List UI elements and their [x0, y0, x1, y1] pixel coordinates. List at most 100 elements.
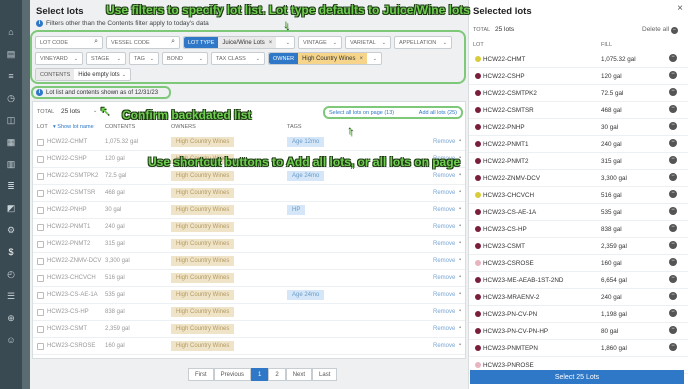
vessel-code-input[interactable]: VESSEL CODE ⌕ [106, 36, 180, 49]
remove-icon[interactable]: − [669, 224, 677, 232]
table-row[interactable]: HCW22-CSMTSR 468 gal High Country Wines Rem… [33, 185, 465, 202]
remove-button[interactable]: Remove [433, 292, 455, 298]
remove-icon[interactable]: − [669, 71, 677, 79]
remove-button[interactable]: Remove [433, 224, 455, 230]
remove-button[interactable]: Remove [433, 139, 455, 145]
remove-icon[interactable]: − [669, 241, 677, 249]
table-row[interactable]: HCW23-CS-AE-1A 535 gal High Country Wines A… [33, 287, 465, 304]
close-icon[interactable]: × [677, 3, 683, 14]
table-row[interactable]: HCW22-PNHP 30 gal High Country Wines HP Remo… [33, 202, 465, 219]
more-icon[interactable]: ⬩ [459, 342, 461, 349]
remove-icon[interactable]: − [669, 343, 677, 351]
vineyard-select[interactable]: VINEYARD ⌄ [35, 52, 83, 65]
owner-select[interactable]: OWNER High Country Wines × ⌄ [268, 52, 382, 65]
remove-button[interactable]: Remove [433, 241, 455, 247]
grid-icon[interactable]: ▦ [5, 136, 17, 148]
remove-icon[interactable]: − [669, 173, 677, 181]
close-icon[interactable]: × [359, 56, 363, 62]
more-icon[interactable]: ⬩ [459, 206, 461, 213]
page-2-button[interactable]: 2 [268, 368, 286, 381]
remove-icon[interactable]: − [669, 326, 677, 334]
remove-button[interactable]: Remove [433, 309, 455, 315]
table-row[interactable]: HCW22-PNMT1 240 gal High Country Wines Remo… [33, 219, 465, 236]
appellation-select[interactable]: APPELLATION ⌄ [394, 36, 452, 49]
show-lot-name-toggle[interactable]: ▾ Show lot name [53, 124, 94, 130]
chart-icon[interactable]: ◩ [5, 202, 17, 214]
row-checkbox[interactable] [37, 343, 44, 350]
remove-icon[interactable]: − [669, 122, 677, 130]
row-checkbox[interactable] [37, 207, 44, 214]
remove-icon[interactable]: − [669, 292, 677, 300]
more-icon[interactable]: ⬩ [459, 240, 461, 247]
remove-icon[interactable]: − [669, 105, 677, 113]
delete-all-button[interactable]: Delete all − [642, 26, 678, 34]
page-1-button[interactable]: 1 [251, 368, 269, 381]
contents-select[interactable]: CONTENTS Hide empty lots ⌄ [35, 68, 131, 81]
layers-icon[interactable]: ☰ [5, 290, 17, 302]
bond-select[interactable]: BOND ⌄ [162, 52, 208, 65]
row-checkbox[interactable] [37, 224, 44, 231]
remove-icon[interactable]: − [669, 88, 677, 96]
tag-select[interactable]: TAG ⌄ [129, 52, 159, 65]
first-page-button[interactable]: First [188, 368, 214, 381]
add-all-button[interactable]: Add all lots (25) [419, 110, 457, 116]
remove-button[interactable]: Remove [433, 207, 455, 213]
remove-icon[interactable]: − [669, 54, 677, 62]
remove-button[interactable]: Remove [433, 343, 455, 349]
code-icon[interactable]: ⊕ [5, 312, 17, 324]
last-page-button[interactable]: Last [312, 368, 338, 381]
more-icon[interactable]: ⬩ [459, 308, 461, 315]
vintage-select[interactable]: VINTAGE ⌄ [298, 36, 342, 49]
remove-icon[interactable]: − [669, 258, 677, 266]
stack-icon[interactable]: ≣ [5, 180, 17, 192]
remove-button[interactable]: Remove [433, 326, 455, 332]
more-icon[interactable]: ⬩ [459, 189, 461, 196]
more-icon[interactable]: ⬩ [459, 172, 461, 179]
clock-icon[interactable]: ◷ [5, 92, 17, 104]
row-checkbox[interactable] [37, 156, 44, 163]
remove-icon[interactable]: − [669, 275, 677, 283]
home-icon[interactable]: ⌂ [5, 26, 17, 38]
gear-icon[interactable]: ⚙ [5, 224, 17, 236]
remove-button[interactable]: Remove [433, 173, 455, 179]
more-icon[interactable]: ⬩ [459, 325, 461, 332]
table-row[interactable]: HCW23-CSROSE 160 gal High Country Wines Rem… [33, 338, 465, 355]
previous-page-button[interactable]: Previous [213, 368, 252, 381]
table-row[interactable]: HCW23-CHCVCH 516 gal High Country Wines Rem… [33, 270, 465, 287]
row-checkbox[interactable] [37, 173, 44, 180]
remove-button[interactable]: Remove [433, 190, 455, 196]
table-row[interactable]: HCW23-CS-HP 838 gal High Country Wines Remo… [33, 304, 465, 321]
clock-icon[interactable]: ◴ [5, 268, 17, 280]
remove-icon[interactable]: − [669, 156, 677, 164]
row-checkbox[interactable] [37, 275, 44, 282]
select-all-page-button[interactable]: Select all lots on page (13) [329, 110, 394, 116]
row-checkbox[interactable] [37, 309, 44, 316]
list-icon[interactable]: ≡ [5, 70, 17, 82]
lot-code-input[interactable]: LOT CODE ⌕ [35, 36, 103, 49]
remove-icon[interactable]: − [669, 309, 677, 317]
row-checkbox[interactable] [37, 258, 44, 265]
more-icon[interactable]: ⬩ [459, 223, 461, 230]
table-icon[interactable]: ▥ [5, 158, 17, 170]
remove-icon[interactable]: − [669, 190, 677, 198]
more-icon[interactable]: ⬩ [459, 274, 461, 281]
next-page-button[interactable]: Next [285, 368, 313, 381]
briefcase-icon[interactable]: ▤ [5, 48, 17, 60]
select-lots-button[interactable]: Select 25 Lots [470, 370, 684, 384]
row-checkbox[interactable] [37, 326, 44, 333]
table-row[interactable]: HCW22-ZNMV-DCV 3,300 gal High Country Wine… [33, 253, 465, 270]
user-icon[interactable]: ☺ [5, 334, 17, 346]
row-checkbox[interactable] [37, 139, 44, 146]
row-checkbox[interactable] [37, 241, 44, 248]
remove-icon[interactable]: − [669, 207, 677, 215]
chevron-down-icon[interactable]: ⌄ [93, 108, 97, 114]
more-icon[interactable]: ⬩ [459, 138, 461, 145]
more-icon[interactable]: ⬩ [459, 291, 461, 298]
close-icon[interactable]: × [269, 40, 273, 46]
dollar-icon[interactable]: $ [5, 246, 17, 258]
row-checkbox[interactable] [37, 292, 44, 299]
table-row[interactable]: HCW22-CHMT 1,075.32 gal High Country Wines… [33, 134, 465, 151]
row-checkbox[interactable] [37, 190, 44, 197]
stage-select[interactable]: STAGE ⌄ [86, 52, 126, 65]
varietal-select[interactable]: VARIETAL ⌄ [345, 36, 391, 49]
